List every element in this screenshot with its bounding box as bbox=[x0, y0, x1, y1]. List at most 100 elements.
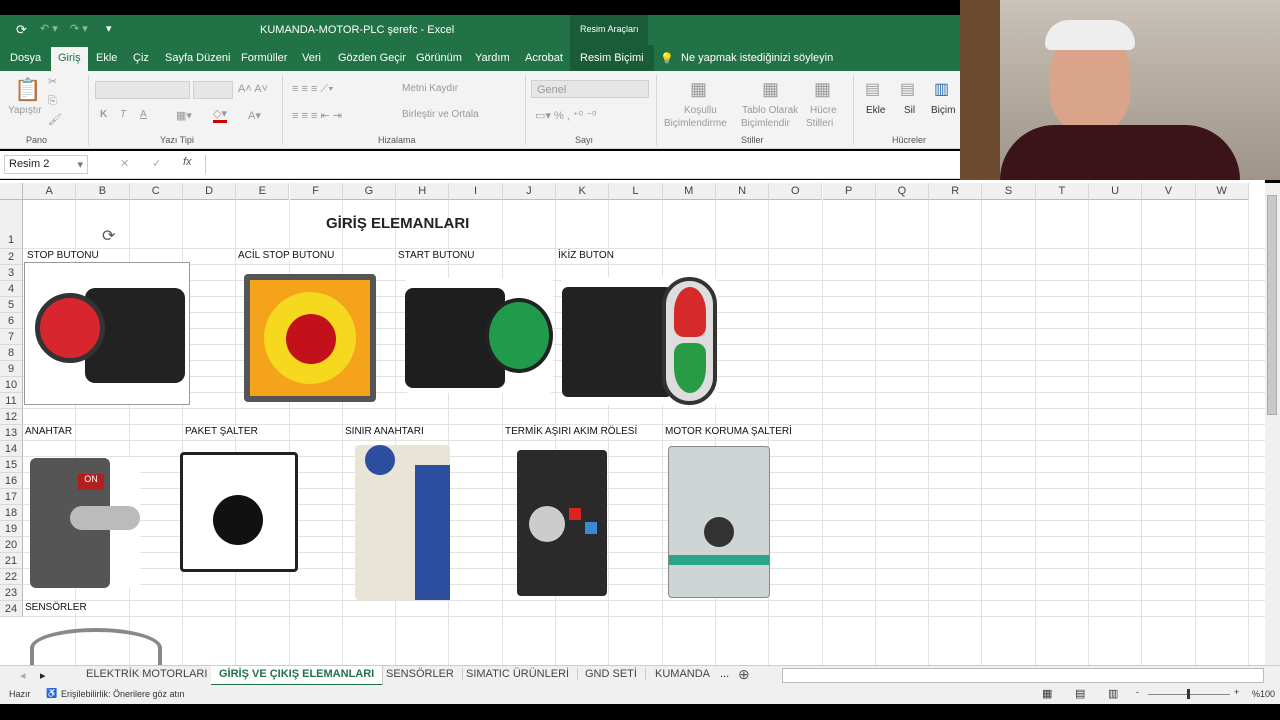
insert-cells-button[interactable]: Ekle bbox=[866, 105, 885, 116]
font-name-box[interactable] bbox=[95, 81, 190, 99]
label-emergency-stop[interactable]: ACİL STOP BUTONU bbox=[236, 250, 337, 261]
format-cells-button[interactable]: Biçim bbox=[931, 105, 955, 116]
rotate-handle-icon[interactable]: ⟳ bbox=[102, 226, 115, 246]
row-header[interactable]: 2 bbox=[0, 249, 23, 265]
tab-file[interactable]: Dosya bbox=[10, 52, 41, 64]
label-stop-button[interactable]: STOP BUTONU bbox=[25, 250, 101, 261]
row-header[interactable]: 5 bbox=[0, 297, 23, 313]
column-header[interactable]: C bbox=[129, 183, 183, 200]
row-header[interactable]: 6 bbox=[0, 313, 23, 329]
row-header[interactable]: 3 bbox=[0, 265, 23, 281]
tab-data[interactable]: Veri bbox=[302, 52, 321, 64]
row-header[interactable]: 20 bbox=[0, 537, 23, 553]
cancel-icon[interactable]: ✕ bbox=[120, 157, 129, 170]
tab-formulas[interactable]: Formüller bbox=[241, 52, 287, 64]
column-header[interactable]: W bbox=[1195, 183, 1249, 200]
column-header[interactable]: M bbox=[662, 183, 716, 200]
underline-button[interactable]: A bbox=[140, 109, 147, 120]
sheet-tab-gnd-set[interactable]: GND SETİ bbox=[577, 668, 646, 680]
paste-button[interactable]: Yapıştır bbox=[8, 105, 42, 116]
tell-me-search[interactable]: Ne yapmak istediğinizi söyleyin bbox=[681, 52, 833, 64]
tab-page-layout[interactable]: Sayfa Düzeni bbox=[165, 52, 230, 64]
vertical-scroll-thumb[interactable] bbox=[1267, 195, 1277, 415]
font-size-box[interactable] bbox=[193, 81, 233, 99]
row-header[interactable]: 14 bbox=[0, 441, 23, 457]
column-header[interactable]: D bbox=[182, 183, 237, 200]
stop-button-image[interactable] bbox=[24, 262, 190, 405]
merge-center-button[interactable]: Birleştir ve Ortala bbox=[402, 109, 479, 120]
page-break-view-icon[interactable]: ▥ bbox=[1108, 687, 1118, 700]
rotary-switch-image[interactable] bbox=[180, 452, 298, 572]
format-table-label[interactable]: Tablo Olarak bbox=[742, 105, 798, 116]
tab-home[interactable]: Giriş bbox=[51, 47, 88, 71]
row-header[interactable]: 9 bbox=[0, 361, 23, 377]
toggle-switch-image[interactable]: ON bbox=[30, 458, 140, 588]
column-header[interactable]: T bbox=[1035, 183, 1089, 200]
align-top-icon[interactable]: ≡ ≡ ≡ ⟋▾ bbox=[292, 83, 334, 96]
zoom-out-button[interactable]: - bbox=[1136, 687, 1139, 697]
italic-button[interactable]: T bbox=[120, 109, 126, 120]
column-header[interactable]: I bbox=[449, 183, 503, 200]
label-motor-protection[interactable]: MOTOR KORUMA ŞALTERİ bbox=[663, 426, 794, 437]
label-thermal-relay[interactable]: TERMİK AŞIRI AKIM RÖLESİ bbox=[503, 426, 640, 437]
name-box[interactable]: Resim 2 ▾ bbox=[4, 155, 88, 174]
borders-icon[interactable]: ▦▾ bbox=[176, 109, 192, 122]
conditional-format-label2[interactable]: Biçimlendirme bbox=[664, 118, 727, 129]
worksheet-grid[interactable]: ABCDEFGHIJKLMNOPQRSTUVW 1 2 3 4 5 6 7 8 9 10 11 12 1… bbox=[0, 180, 1265, 665]
emergency-stop-image[interactable] bbox=[244, 274, 376, 402]
normal-view-icon[interactable]: ▦ bbox=[1042, 687, 1052, 700]
sheet-title-cell[interactable]: GİRİŞ ELEMANLARI bbox=[326, 215, 469, 232]
copy-icon[interactable]: ⎘ bbox=[48, 95, 57, 108]
row-header[interactable]: 7 bbox=[0, 329, 23, 345]
grow-font-icon[interactable]: A˄ A˅ bbox=[238, 83, 268, 95]
more-sheets-button[interactable]: ... bbox=[720, 668, 729, 680]
cell-styles-label[interactable]: Hücre bbox=[810, 105, 837, 116]
column-header[interactable]: N bbox=[715, 183, 770, 200]
tab-acrobat[interactable]: Acrobat bbox=[525, 52, 563, 64]
column-header[interactable]: G bbox=[342, 183, 397, 200]
insert-function-button[interactable]: fx bbox=[183, 156, 192, 168]
zoom-in-button[interactable]: + bbox=[1234, 687, 1239, 697]
row-header[interactable]: 22 bbox=[0, 569, 23, 585]
wrap-text-button[interactable]: Metni Kaydır bbox=[402, 83, 458, 94]
enter-icon[interactable]: ✓ bbox=[152, 157, 161, 170]
row-header[interactable]: 21 bbox=[0, 553, 23, 569]
insert-cells-icon[interactable]: ▤ bbox=[865, 79, 880, 99]
row-header[interactable]: 24 bbox=[0, 601, 23, 617]
column-header[interactable]: E bbox=[236, 183, 290, 200]
row-header[interactable]: 12 bbox=[0, 409, 23, 425]
column-header[interactable]: P bbox=[822, 183, 876, 200]
row-header[interactable]: 13 bbox=[0, 425, 23, 441]
font-color-icon[interactable]: A▾ bbox=[248, 109, 261, 122]
tab-review[interactable]: Gözden Geçir bbox=[338, 52, 406, 64]
tab-view[interactable]: Görünüm bbox=[416, 52, 462, 64]
select-all-button[interactable] bbox=[0, 183, 23, 200]
twin-button-image[interactable] bbox=[562, 277, 717, 405]
label-sensors[interactable]: SENSÖRLER bbox=[23, 602, 89, 613]
vertical-scrollbar[interactable] bbox=[1265, 183, 1280, 665]
accessibility-status[interactable]: Erişilebilirlik: Önerilere göz atın bbox=[61, 689, 185, 699]
delete-cells-icon[interactable]: ▤ bbox=[900, 79, 915, 99]
tab-picture-format[interactable]: Resim Biçimi bbox=[570, 45, 654, 71]
fill-color-icon[interactable]: ◇▾ bbox=[213, 107, 227, 123]
tab-draw[interactable]: Çiz bbox=[133, 52, 149, 64]
bold-button[interactable]: K bbox=[100, 109, 107, 120]
redo-icon[interactable]: ↷ ▾ bbox=[70, 22, 88, 35]
currency-icon[interactable]: ▭▾ % , ⁺⁰ ⁻⁰ bbox=[535, 109, 596, 122]
conditional-format-label[interactable]: Koşullu bbox=[684, 105, 717, 116]
column-header[interactable]: S bbox=[982, 183, 1036, 200]
align-left-icon[interactable]: ≡ ≡ ≡ ⇤ ⇥ bbox=[292, 109, 342, 122]
column-header[interactable]: L bbox=[609, 183, 663, 200]
format-table-label2[interactable]: Biçimlendir bbox=[741, 118, 790, 129]
sheet-tab-electric-motors[interactable]: ELEKTRİK MOTORLARI bbox=[78, 668, 217, 680]
label-start-button[interactable]: START BUTONU bbox=[396, 250, 477, 261]
thermal-relay-image[interactable] bbox=[517, 450, 607, 596]
column-header[interactable]: Q bbox=[875, 183, 930, 200]
column-header[interactable]: R bbox=[929, 183, 983, 200]
cut-icon[interactable]: ✂ bbox=[48, 75, 57, 88]
row-header[interactable]: 4 bbox=[0, 281, 23, 297]
row-header[interactable]: 8 bbox=[0, 345, 23, 361]
zoom-level[interactable]: %100 bbox=[1252, 689, 1275, 699]
label-limit-switch[interactable]: SINIR ANAHTARI bbox=[343, 426, 426, 437]
row-header[interactable]: 19 bbox=[0, 521, 23, 537]
